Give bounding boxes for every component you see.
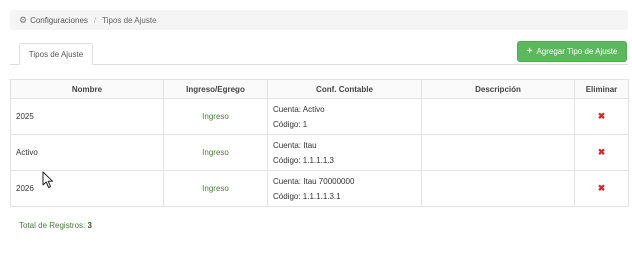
codigo-text: Código: 1 <box>273 119 308 129</box>
cell-conf-contable: Cuenta: Activo Código: 1 <box>267 98 422 135</box>
breadcrumb-separator: / <box>93 15 97 25</box>
total-registros: Total de Registros: 3 <box>19 221 92 230</box>
cell-nombre: 2026 <box>10 170 164 207</box>
column-header-ingreso-egreso[interactable]: Ingreso/Egrego <box>163 79 268 99</box>
breadcrumb-root[interactable]: Configuraciones <box>30 16 88 25</box>
cell-conf-contable: Cuenta: Itau 70000000 Código: 1.1.1.1.3.… <box>267 170 422 207</box>
cuenta-text: Cuenta: Itau 70000000 <box>273 176 355 186</box>
cell-ingreso-egreso: Ingreso <box>163 170 268 207</box>
mouse-pointer-icon <box>42 171 53 188</box>
cuenta-text: Cuenta: Itau <box>273 140 317 150</box>
table-header-row: Nombre Ingreso/Egrego Conf. Contable Des… <box>10 79 629 99</box>
table-row[interactable]: Activo Ingreso Cuenta: Itau Código: 1.1.… <box>10 134 629 171</box>
cell-nombre: Activo <box>10 134 164 171</box>
cell-ingreso-egreso: Ingreso <box>163 98 268 135</box>
add-tipo-ajuste-button[interactable]: + Agregar Tipo de Ajuste <box>517 41 627 62</box>
table-row[interactable]: 2026 Ingreso Cuenta: Itau 70000000 Códig… <box>10 170 629 207</box>
cell-ingreso-egreso: Ingreso <box>163 134 268 171</box>
cell-conf-contable: Cuenta: Itau Código: 1.1.1.1.3 <box>267 134 422 171</box>
cell-descripcion <box>421 134 575 171</box>
cuenta-text: Cuenta: Activo <box>273 104 325 114</box>
codigo-text: Código: 1.1.1.1.3 <box>273 155 334 165</box>
column-header-nombre[interactable]: Nombre <box>10 79 164 99</box>
breadcrumb-current: Tipos de Ajuste <box>102 15 157 25</box>
tab-tipos-de-ajuste[interactable]: Tipos de Ajuste <box>19 43 93 65</box>
delete-icon[interactable]: ✖ <box>574 134 629 171</box>
column-header-descripcion[interactable]: Descripción <box>421 79 575 99</box>
delete-icon[interactable]: ✖ <box>574 170 629 207</box>
tabs-divider <box>10 64 628 65</box>
cell-nombre: 2025 <box>10 98 164 135</box>
tab-label: Tipos de Ajuste <box>28 49 84 59</box>
gears-icon: ⚙ <box>19 14 28 25</box>
codigo-text: Código: 1.1.1.1.3.1 <box>273 191 341 201</box>
cell-descripcion <box>421 170 575 207</box>
cell-descripcion <box>421 98 575 135</box>
breadcrumb: ⚙ Configuraciones / Tipos de Ajuste <box>10 10 628 30</box>
column-header-eliminar: Eliminar <box>574 79 629 99</box>
table-row[interactable]: 2025 Ingreso Cuenta: Activo Código: 1 ✖ <box>10 98 629 135</box>
delete-icon[interactable]: ✖ <box>574 98 629 135</box>
total-label: Total de Registros: <box>19 221 86 230</box>
total-value: 3 <box>87 221 92 230</box>
column-header-conf-contable[interactable]: Conf. Contable <box>267 79 422 99</box>
plus-icon: + <box>526 45 533 57</box>
tipos-ajuste-table: Nombre Ingreso/Egrego Conf. Contable Des… <box>10 79 629 207</box>
add-button-label: Agregar Tipo de Ajuste <box>536 47 618 56</box>
